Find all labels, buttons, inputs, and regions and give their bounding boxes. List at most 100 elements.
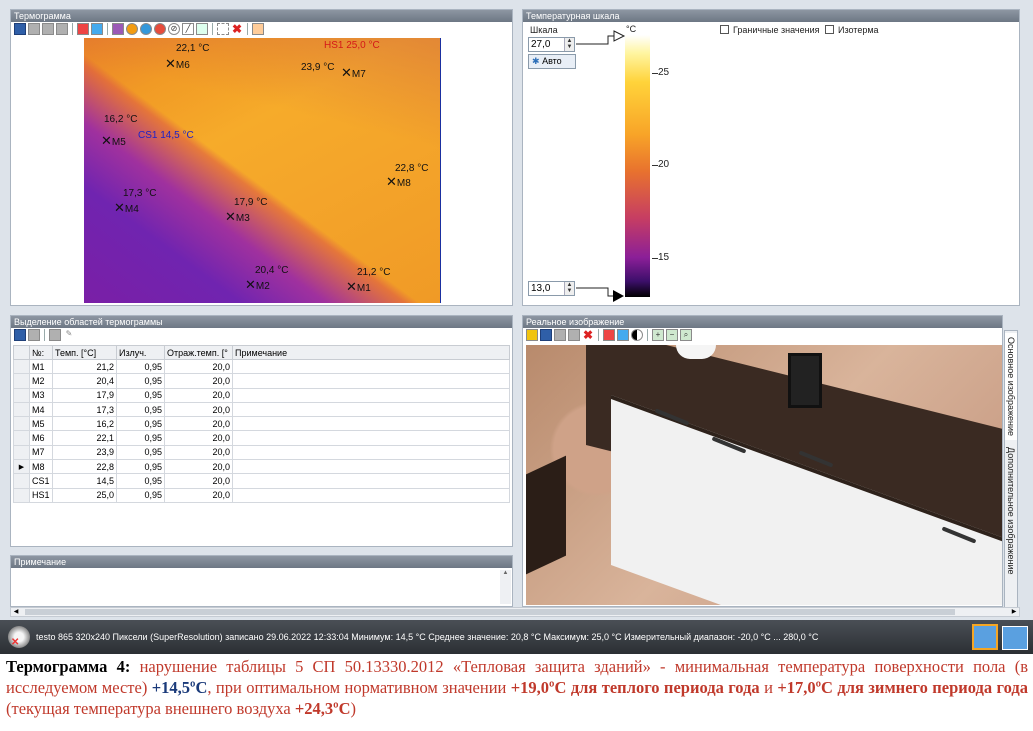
table-cell[interactable] <box>232 416 510 432</box>
table-cell[interactable]: 20,0 <box>164 487 233 503</box>
table-cell[interactable]: 20,0 <box>164 430 233 446</box>
scale-min-input[interactable]: 13,0 ▲ ▼ <box>528 281 575 296</box>
copy-icon[interactable] <box>28 23 40 35</box>
column-header[interactable]: Излуч. <box>116 345 165 360</box>
table-cell[interactable]: 14,5 <box>52 473 117 489</box>
spin-arrows-icon[interactable]: ▲ ▼ <box>564 38 574 51</box>
table-cell[interactable]: 20,0 <box>164 473 233 489</box>
save-icon[interactable] <box>14 329 26 341</box>
marker-m1[interactable]: ✕M1 <box>346 280 371 294</box>
zoom-in-icon[interactable]: + <box>652 329 664 341</box>
table-cell[interactable]: 0,95 <box>116 459 165 475</box>
save-icon[interactable] <box>14 23 26 35</box>
row-selector[interactable] <box>13 416 30 432</box>
row-selector[interactable] <box>13 401 30 418</box>
table-cell[interactable]: M6 <box>29 430 53 446</box>
palette-icon[interactable] <box>603 329 615 341</box>
table-cell[interactable]: 0,95 <box>116 487 165 503</box>
horizontal-scrollbar[interactable]: ◀ ▶ <box>10 607 1020 617</box>
column-header[interactable]: Отраж.темп. [° <box>164 345 233 360</box>
contrast-icon[interactable] <box>631 329 643 341</box>
table-row[interactable]: M5 16,2 0,95 20,0 <box>13 416 510 432</box>
row-selector[interactable] <box>13 387 30 403</box>
table-row[interactable]: CS1 14,5 0,95 20,0 <box>13 473 510 489</box>
table-cell[interactable]: 0,95 <box>116 473 165 489</box>
row-selector[interactable] <box>13 444 30 461</box>
copy-icon[interactable] <box>28 329 40 341</box>
table-cell[interactable] <box>232 487 510 503</box>
row-selector[interactable] <box>13 487 30 503</box>
table-cell[interactable]: 20,0 <box>164 444 233 461</box>
table-row[interactable]: M7 23,9 0,95 20,0 <box>13 444 510 461</box>
dual-view-icon[interactable] <box>1002 626 1028 650</box>
table-row[interactable]: M2 20,4 0,95 20,0 <box>13 373 510 389</box>
compare-icon[interactable] <box>617 329 629 341</box>
table-cell[interactable] <box>232 430 510 446</box>
table-cell[interactable]: 20,0 <box>164 387 233 403</box>
histogram-icon[interactable] <box>196 23 208 35</box>
grid-icon[interactable] <box>252 23 264 35</box>
marker-m2[interactable]: ✕M2 <box>245 278 270 292</box>
row-selector[interactable] <box>13 373 30 389</box>
open-icon[interactable] <box>526 329 538 341</box>
table-cell[interactable]: 25,0 <box>52 487 117 503</box>
pin-icon[interactable]: ✎ <box>63 329 75 341</box>
marker-m6[interactable]: ✕M6 <box>165 57 190 71</box>
table-cell[interactable]: 21,2 <box>52 358 117 375</box>
marker-m7[interactable]: ✕M7 <box>341 66 366 80</box>
table-cell[interactable]: 16,2 <box>52 416 117 432</box>
marker-m3[interactable]: ✕M3 <box>225 210 250 224</box>
table-cell-editing[interactable] <box>232 459 510 475</box>
table-cell[interactable] <box>232 401 510 418</box>
copy-icon[interactable] <box>554 329 566 341</box>
table-cell[interactable]: M4 <box>29 401 53 418</box>
limits-checkbox[interactable]: Граничные значения <box>720 25 819 35</box>
column-header[interactable]: №: <box>29 345 53 360</box>
paste-icon[interactable] <box>568 329 580 341</box>
spin-arrows-icon[interactable]: ▲ ▼ <box>564 282 574 295</box>
note-scrollbar[interactable]: ▲ <box>500 570 511 604</box>
save-icon[interactable] <box>540 329 552 341</box>
table-cell[interactable]: 17,3 <box>52 401 117 418</box>
auto-button[interactable]: ✱ Авто <box>528 54 576 69</box>
export-icon[interactable] <box>56 23 68 35</box>
scale-max-input[interactable]: 27,0 ▲ ▼ <box>528 37 575 52</box>
table-cell[interactable]: 20,0 <box>164 459 233 475</box>
color-scale-icon[interactable] <box>112 23 124 35</box>
isotherm-checkbox[interactable]: Изотерма <box>825 25 879 35</box>
table-cell[interactable]: CS1 <box>29 473 53 489</box>
table-row[interactable]: HS1 25,0 0,95 20,0 <box>13 487 510 503</box>
tab-additional-image[interactable]: Дополнительное изображение <box>1005 443 1017 579</box>
zoom-fit-icon[interactable]: ⌕ <box>680 329 692 341</box>
table-cell[interactable]: 20,0 <box>164 416 233 432</box>
row-selector[interactable] <box>13 358 30 375</box>
scroll-right-icon[interactable]: ▶ <box>1009 608 1019 616</box>
table-cell[interactable]: M3 <box>29 387 53 403</box>
real-photo[interactable] <box>526 345 1002 605</box>
table-cell[interactable]: 20,4 <box>52 373 117 389</box>
delete-region-icon[interactable] <box>49 329 61 341</box>
table-cell[interactable] <box>232 473 510 489</box>
table-cell[interactable]: M5 <box>29 416 53 432</box>
table-cell[interactable]: M1 <box>29 358 53 375</box>
table-cell[interactable]: 22,8 <box>52 459 117 475</box>
measure-point-icon[interactable] <box>126 23 138 35</box>
column-header[interactable]: Примечание <box>232 345 510 360</box>
row-selector[interactable] <box>13 430 30 446</box>
table-cell[interactable]: 20,0 <box>164 401 233 418</box>
table-cell[interactable]: HS1 <box>29 487 53 503</box>
profile-line-icon[interactable]: ╱ <box>182 23 194 35</box>
table-cell[interactable]: 0,95 <box>116 358 165 375</box>
palette-icon[interactable] <box>77 23 89 35</box>
single-view-icon[interactable] <box>972 624 998 650</box>
table-cell[interactable]: M2 <box>29 373 53 389</box>
table-cell[interactable]: 0,95 <box>116 416 165 432</box>
speaker-icon[interactable]: ✕ <box>8 626 30 648</box>
marker-m8[interactable]: ✕M8 <box>386 175 411 189</box>
table-cell[interactable]: 17,9 <box>52 387 117 403</box>
color-scale-bar[interactable] <box>625 35 650 297</box>
table-row[interactable]: M1 21,2 0,95 20,0 <box>13 358 510 375</box>
table-cell[interactable]: 0,95 <box>116 430 165 446</box>
delete-icon[interactable]: ✖ <box>231 23 243 35</box>
table-cell[interactable]: 20,0 <box>164 358 233 375</box>
